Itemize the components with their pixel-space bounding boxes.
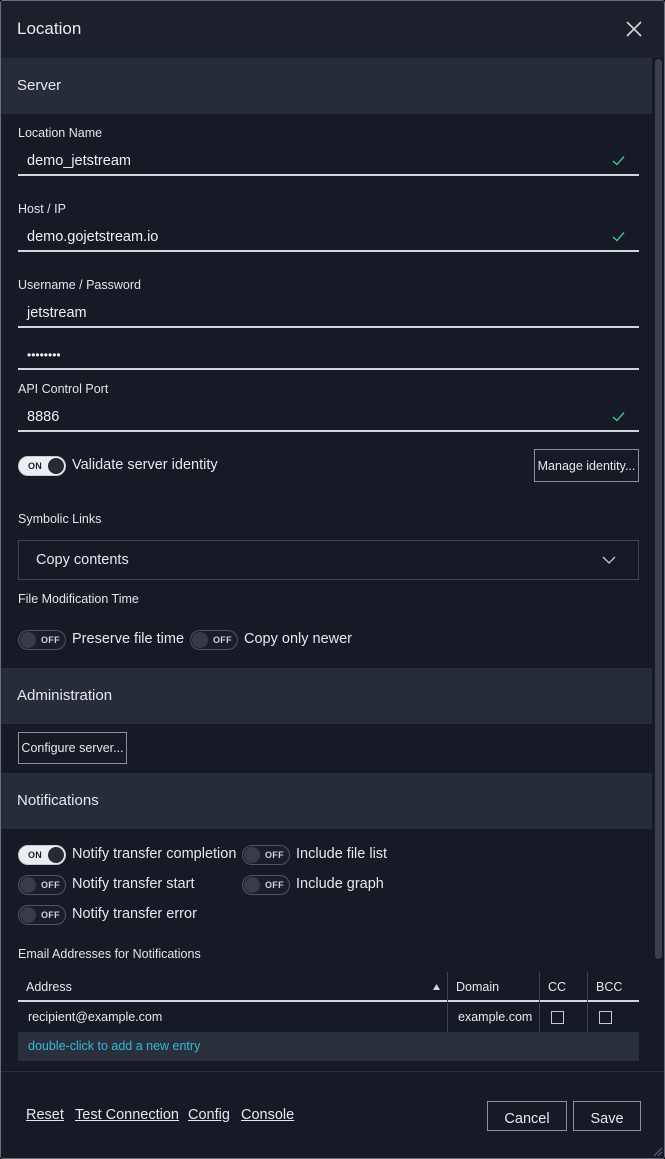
- toggle-knob: [20, 632, 36, 648]
- test-connection-link[interactable]: Test Connection: [75, 1107, 179, 1123]
- cc-checkbox[interactable]: [551, 1011, 564, 1024]
- table-row[interactable]: recipient@example.com example.com: [18, 1003, 639, 1032]
- toggle-knob: [20, 907, 36, 923]
- section-title-notifications: Notifications: [17, 792, 99, 809]
- toggle-knob: [244, 877, 260, 893]
- notify-completion-label: Notify transfer completion: [72, 846, 237, 862]
- column-header-address[interactable]: Address: [18, 972, 447, 1002]
- notify-error-toggle[interactable]: OFF: [18, 905, 66, 925]
- resize-grip-icon[interactable]: [651, 1145, 663, 1157]
- dialog-title: Location: [17, 19, 82, 38]
- notify-start-toggle[interactable]: OFF: [18, 875, 66, 895]
- toggle-state: OFF: [265, 880, 284, 890]
- notify-completion-toggle[interactable]: ON: [18, 845, 66, 865]
- cell-cc: [539, 1003, 587, 1032]
- chevron-down-icon: [602, 556, 616, 564]
- location-name-label: Location Name: [18, 126, 103, 140]
- cell-address: recipient@example.com: [28, 1010, 163, 1024]
- symbolic-links-label: Symbolic Links: [18, 512, 102, 526]
- toggle-state: OFF: [41, 880, 60, 890]
- notify-error-label: Notify transfer error: [72, 906, 197, 922]
- toggle-state: ON: [28, 461, 43, 471]
- api-port-value: 8886: [27, 409, 60, 425]
- toggle-state: ON: [28, 850, 43, 860]
- email-addresses-label: Email Addresses for Notifications: [18, 947, 201, 961]
- dialog-footer: Reset Test Connection Config Console Can…: [1, 1071, 664, 1158]
- api-port-input[interactable]: 8886: [18, 405, 639, 432]
- cancel-button[interactable]: Cancel: [487, 1101, 567, 1131]
- toggle-knob: [192, 632, 208, 648]
- toggle-state: OFF: [213, 635, 232, 645]
- symbolic-links-value: Copy contents: [36, 552, 129, 568]
- section-title-server: Server: [17, 77, 62, 94]
- column-header-domain[interactable]: Domain: [447, 972, 539, 1002]
- add-entry-row[interactable]: double-click to add a new entry: [18, 1032, 639, 1061]
- bcc-checkbox[interactable]: [599, 1011, 612, 1024]
- include-graph-toggle[interactable]: OFF: [242, 875, 290, 895]
- console-link[interactable]: Console: [241, 1107, 294, 1123]
- column-header-cc[interactable]: CC: [539, 972, 587, 1002]
- credentials-label: Username / Password: [18, 278, 141, 292]
- reset-link[interactable]: Reset: [26, 1107, 64, 1123]
- toggle-knob: [20, 877, 36, 893]
- preserve-file-time-toggle[interactable]: OFF: [18, 630, 66, 650]
- section-header-administration: Administration: [1, 668, 652, 724]
- host-label: Host / IP: [18, 202, 66, 216]
- scrollbar[interactable]: [655, 59, 662, 959]
- password-input[interactable]: ••••••••: [18, 343, 639, 370]
- title-bar: Location: [1, 1, 664, 58]
- location-name-value: demo_jetstream: [27, 153, 131, 169]
- manage-identity-button[interactable]: Manage identity...: [534, 449, 639, 482]
- add-entry-hint[interactable]: double-click to add a new entry: [28, 1039, 200, 1053]
- section-header-notifications: Notifications: [1, 773, 652, 829]
- save-button[interactable]: Save: [573, 1101, 641, 1131]
- toggle-knob: [48, 847, 64, 863]
- valid-check-icon: [612, 412, 625, 422]
- username-value: jetstream: [27, 305, 87, 321]
- toggle-state: OFF: [41, 910, 60, 920]
- table-header: Address Domain CC BCC: [18, 972, 639, 1002]
- notify-start-label: Notify transfer start: [72, 876, 195, 892]
- column-header-bcc[interactable]: BCC: [587, 972, 639, 1002]
- username-input[interactable]: jetstream: [18, 301, 639, 328]
- copy-only-newer-toggle[interactable]: OFF: [190, 630, 238, 650]
- toggle-state: OFF: [41, 635, 60, 645]
- file-mod-time-label: File Modification Time: [18, 592, 139, 606]
- password-value: ••••••••: [27, 348, 61, 362]
- location-dialog: Location Server Location Name demo_jetst…: [0, 0, 665, 1159]
- sort-ascending-icon: [433, 984, 440, 990]
- copy-only-newer-label: Copy only newer: [244, 631, 352, 647]
- configure-server-button[interactable]: Configure server...: [18, 732, 127, 764]
- toggle-state: OFF: [265, 850, 284, 860]
- valid-check-icon: [612, 232, 625, 242]
- api-port-label: API Control Port: [18, 382, 109, 396]
- validate-identity-toggle[interactable]: ON: [18, 456, 66, 476]
- cell-domain: example.com: [447, 1003, 539, 1032]
- include-file-list-toggle[interactable]: OFF: [242, 845, 290, 865]
- location-name-input[interactable]: demo_jetstream: [18, 149, 639, 176]
- symbolic-links-select[interactable]: Copy contents: [18, 540, 639, 580]
- host-value: demo.gojetstream.io: [27, 229, 159, 245]
- valid-check-icon: [612, 156, 625, 166]
- config-link[interactable]: Config: [188, 1107, 230, 1123]
- section-header-server: Server: [1, 58, 652, 114]
- preserve-file-time-label: Preserve file time: [72, 631, 185, 647]
- cell-bcc: [587, 1003, 639, 1032]
- validate-identity-label: Validate server identity: [72, 457, 218, 473]
- host-input[interactable]: demo.gojetstream.io: [18, 225, 639, 252]
- include-graph-label: Include graph: [296, 876, 384, 892]
- toggle-knob: [48, 458, 64, 474]
- section-title-administration: Administration: [17, 687, 113, 704]
- include-file-list-label: Include file list: [296, 846, 388, 862]
- close-icon[interactable]: [623, 18, 645, 40]
- toggle-knob: [244, 847, 260, 863]
